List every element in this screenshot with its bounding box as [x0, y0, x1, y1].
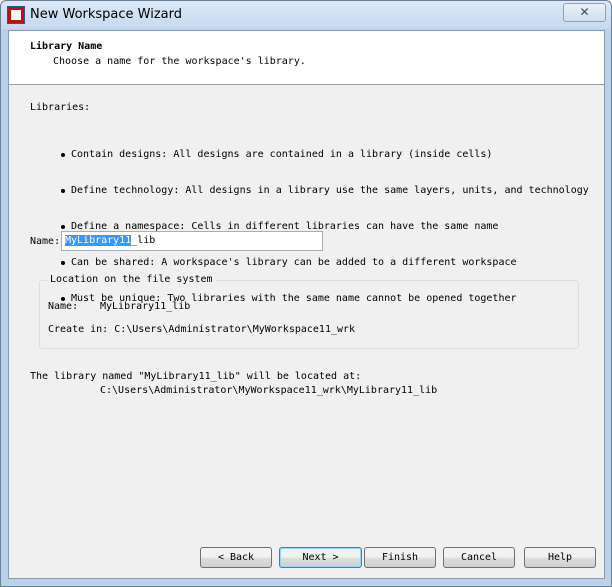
wizard-content: Library Name Choose a name for the works… [8, 30, 605, 579]
location-message: The library named "MyLibrary11_lib" will… [30, 371, 362, 382]
app-logo-icon [7, 6, 25, 24]
next-button[interactable]: Next > [279, 547, 362, 568]
help-button[interactable]: Help [524, 547, 596, 568]
page-title: Library Name [30, 41, 103, 52]
wizard-header: Library Name Choose a name for the works… [9, 31, 604, 85]
list-item: Define technology: All designs in a libr… [61, 184, 589, 198]
list-item: Can be shared: A workspace's library can… [61, 256, 589, 270]
close-icon: ✕ [579, 5, 590, 19]
location-name-label: Name: [48, 301, 79, 312]
page-subtitle: Choose a name for the workspace's librar… [53, 56, 306, 67]
window-title: New Workspace Wizard [30, 7, 183, 22]
close-button[interactable]: ✕ [563, 3, 606, 22]
wizard-window: New Workspace Wizard ✕ Library Name Choo… [0, 0, 612, 587]
location-path: C:\Users\Administrator\MyWorkspace11_wrk… [100, 385, 438, 396]
unselected-text: _lib [131, 235, 156, 246]
library-name-input[interactable]: MyLibrary11_lib [61, 231, 323, 251]
cancel-button[interactable]: Cancel [443, 547, 515, 568]
location-create-in: Create in: C:\Users\Administrator\MyWork… [48, 324, 356, 335]
location-group [39, 280, 579, 349]
location-group-title: Location on the file system [47, 274, 216, 285]
library-name-value: MyLibrary11_lib [65, 235, 155, 246]
location-name-value: MyLibrary11_lib [100, 301, 191, 312]
back-button[interactable]: < Back [200, 547, 272, 568]
title-bar[interactable]: New Workspace Wizard ✕ [1, 1, 611, 29]
selected-text: MyLibrary11 [65, 235, 132, 246]
libraries-label: Libraries: [30, 102, 91, 113]
list-item: Contain designs: All designs are contain… [61, 148, 589, 162]
name-label: Name: [30, 236, 61, 247]
finish-button[interactable]: Finish [364, 547, 436, 568]
